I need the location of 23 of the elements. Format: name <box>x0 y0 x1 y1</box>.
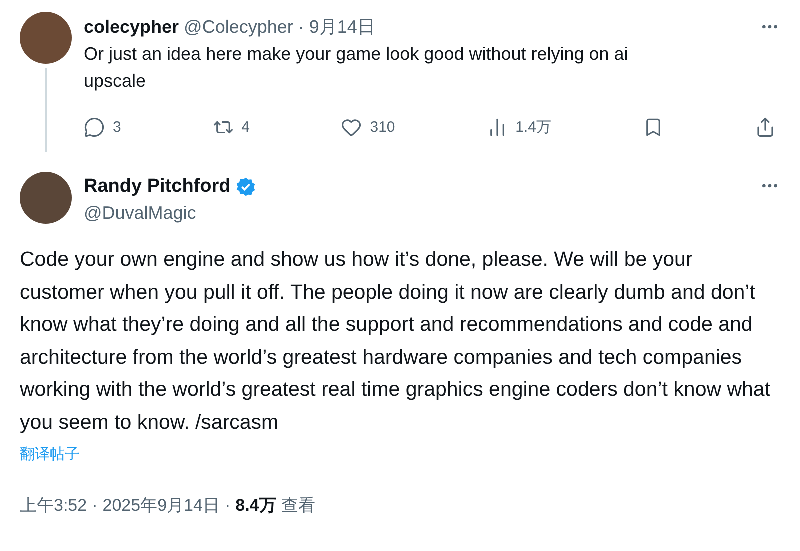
post-text: Code your own engine and show us how it’s done, please. We will be your customer when you pull it off. The people doing it now are clearly dumb and don’t know what they’re doing and all the support and recommendations and code and architecture from the world’s greatest hardware companies and tech companies working with the world’s greatest real time graphics engine coders don’t know what you seem to know. /sarcasm <box>20 247 772 436</box>
separator-dot: · <box>92 496 98 516</box>
separator-dot: · <box>224 496 231 516</box>
like-count: 310 <box>370 119 396 136</box>
views-count: 8.4万 <box>236 495 276 517</box>
views-count: 1.4万 <box>516 118 552 137</box>
post-time[interactable]: 上午3:52 <box>20 494 88 517</box>
heart-icon[interactable] <box>341 117 362 138</box>
author-name[interactable]: colecypher <box>84 16 180 38</box>
speech-bubble-icon[interactable] <box>84 117 105 138</box>
post-date[interactable]: 2025年9月14日 <box>102 494 220 517</box>
author-name[interactable]: Randy Pitchford <box>84 176 231 198</box>
separator-dot: · <box>298 16 304 38</box>
reply-count: 3 <box>113 119 122 136</box>
share-icon[interactable] <box>754 117 776 138</box>
post-date[interactable]: 9月14日 <box>309 15 376 39</box>
avatar[interactable] <box>20 12 72 64</box>
repost-count: 4 <box>242 119 250 136</box>
avatar[interactable] <box>20 172 72 224</box>
post-text: Or just an idea here make your game look good without relying on ai upscale <box>84 43 630 93</box>
author-handle[interactable]: @Colecypher <box>184 16 294 38</box>
author-handle[interactable]: @DuvalMagic <box>84 203 256 224</box>
views-label: 查看 <box>281 495 316 517</box>
